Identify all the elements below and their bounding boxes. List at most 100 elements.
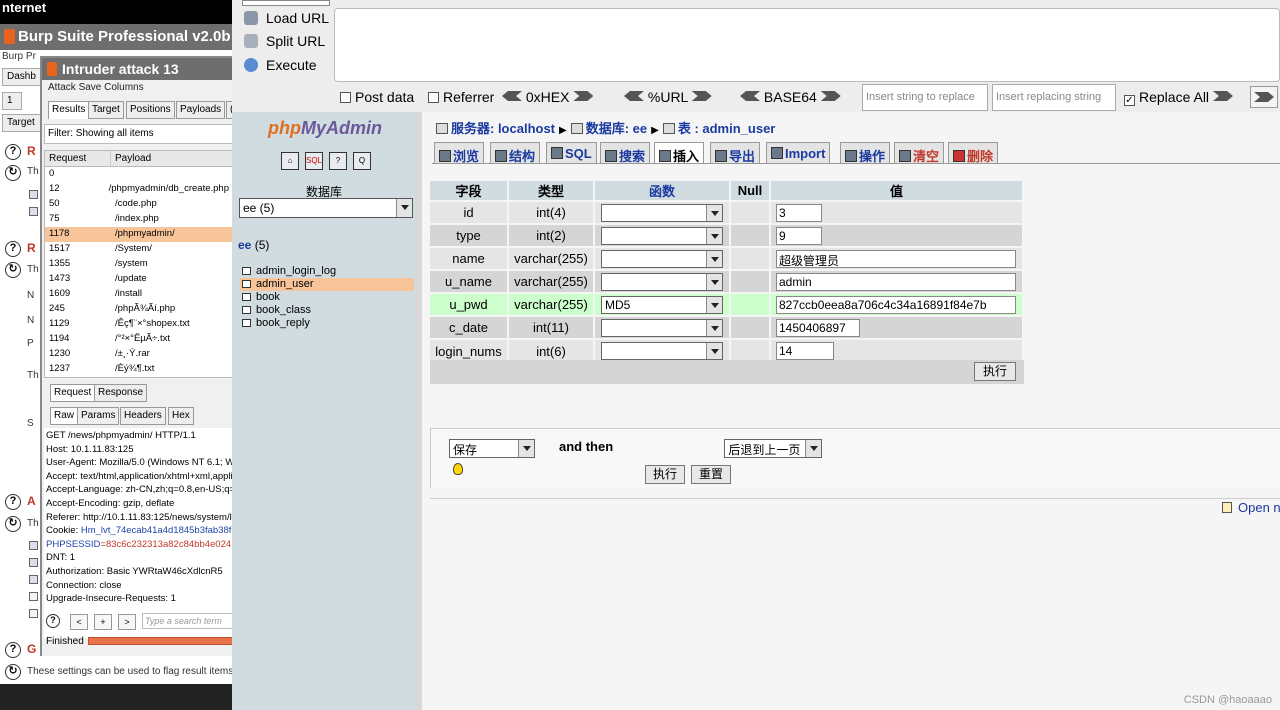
tab-results[interactable]: Results [48, 101, 90, 119]
function-select[interactable] [601, 342, 723, 360]
next-button[interactable]: > [118, 614, 136, 630]
table-row[interactable]: 1355/system [45, 257, 232, 272]
replace-all-checkbox[interactable]: ✓ Replace All [1124, 89, 1233, 106]
value-input[interactable]: 1450406897 [776, 318, 860, 337]
refresh-icon[interactable]: ↻ [5, 664, 21, 680]
burp-menu[interactable]: Burp Pr [0, 50, 44, 66]
breadcrumb-server[interactable]: 服务器: localhost [451, 121, 555, 136]
tab-target[interactable]: Target [2, 114, 42, 132]
table-link[interactable]: book_reply [240, 317, 414, 330]
tab-request[interactable]: Request [50, 384, 96, 402]
table-row[interactable]: 1194 /°²×°ËµÃ÷.txt [45, 332, 232, 347]
table-link[interactable]: admin_user [240, 278, 414, 291]
table-link[interactable]: book [240, 291, 414, 304]
tab-empty[interactable]: 清空 [894, 142, 945, 164]
table-row[interactable]: 75/index.php [45, 212, 232, 227]
tab-insert[interactable]: 插入 [654, 142, 705, 164]
column-request[interactable]: Request [45, 151, 111, 166]
column-payload[interactable]: Payload [111, 151, 232, 166]
function-select[interactable] [601, 249, 723, 268]
reset-button[interactable]: 重置 [691, 465, 731, 484]
table-row[interactable]: 0 [45, 167, 232, 182]
table-row[interactable]: 1473/update [45, 272, 232, 287]
tab-drop[interactable]: 删除 [948, 142, 999, 164]
function-select[interactable] [601, 226, 723, 245]
value-input[interactable]: 超级管理员 [776, 249, 1016, 268]
raw-request-viewer[interactable]: GET /news/phpmyadmin/ HTTP/1.1 Host: 10.1… [44, 428, 232, 638]
tab-payloads[interactable]: Payloads [176, 101, 226, 119]
table-row[interactable]: 50/code.php [45, 197, 232, 212]
execute-button[interactable]: 执行 [974, 362, 1016, 381]
page-number[interactable]: 1 [2, 92, 22, 110]
replace-button[interactable] [1250, 86, 1278, 108]
table-row[interactable]: 1129/Êç¶¨×°shopex.txt [45, 317, 232, 332]
query-icon[interactable]: Q [353, 152, 371, 170]
tab-import[interactable]: Import [766, 142, 831, 164]
tab-params[interactable]: Params [77, 407, 120, 425]
hackbar-dropdown[interactable] [242, 0, 330, 6]
hex-encoder[interactable]: 0xHEX [502, 89, 594, 105]
tab-headers[interactable]: Headers [120, 407, 166, 425]
tab-target[interactable]: Target [88, 101, 124, 119]
checkbox[interactable] [29, 190, 38, 199]
checkbox[interactable] [29, 207, 38, 216]
function-select[interactable] [601, 203, 723, 222]
help-icon[interactable]: ? [5, 494, 21, 510]
add-button[interactable]: + [94, 614, 112, 630]
checkbox[interactable] [29, 541, 38, 550]
database-title[interactable]: ee (5) [238, 238, 269, 252]
tab-browse[interactable]: 浏览 [434, 142, 485, 164]
column-function[interactable]: 函数 [594, 181, 731, 201]
help-icon[interactable]: ? [46, 614, 60, 628]
url-textarea[interactable] [334, 8, 1280, 82]
refresh-icon[interactable]: ↻ [5, 165, 21, 181]
search-input[interactable]: Type a search term [142, 613, 232, 629]
value-input[interactable]: 14 [776, 342, 834, 360]
tab-response[interactable]: Response [94, 384, 148, 402]
tab-dashboard[interactable]: Dashb [2, 68, 42, 86]
table-link[interactable]: book_class [240, 304, 414, 317]
tab-export[interactable]: 导出 [710, 142, 761, 164]
tab-sql[interactable]: SQL [546, 142, 597, 164]
value-input[interactable]: 827ccb0eea8a706c4c34a16891f84e7b [776, 295, 1016, 314]
tab-raw[interactable]: Raw [50, 407, 79, 425]
tab-structure[interactable]: 结构 [490, 142, 541, 164]
table-row[interactable]: 12/phpmyadmin/db_create.php [45, 182, 232, 197]
checkbox[interactable] [29, 609, 38, 618]
post-data-checkbox[interactable]: Post data [340, 89, 414, 105]
tab-operations[interactable]: 操作 [840, 142, 891, 164]
refresh-icon[interactable]: ↻ [5, 262, 21, 278]
breadcrumb-database[interactable]: 数据库: ee [586, 121, 647, 136]
tab-hex[interactable]: Hex [168, 407, 194, 425]
value-input[interactable]: admin [776, 272, 1016, 291]
prev-button[interactable]: < [70, 614, 88, 630]
table-row[interactable]: 1230 /±¸·Ý.rar [45, 347, 232, 362]
table-row[interactable]: 1178/phpmyadmin/ [45, 227, 232, 242]
table-link[interactable]: admin_login_log [240, 265, 414, 278]
execute-button-2[interactable]: 执行 [645, 465, 685, 484]
refresh-icon[interactable]: ↻ [5, 516, 21, 532]
tab-search[interactable]: 搜索 [600, 142, 651, 164]
table-header[interactable]: Request Payload [45, 151, 232, 167]
insert-string-input[interactable]: Insert string to replace [862, 84, 988, 111]
help-icon[interactable]: ? [5, 642, 21, 658]
docs-icon[interactable]: ? [329, 152, 347, 170]
results-table[interactable]: Request Payload 0 12/phpmyadmin/db_create… [44, 150, 232, 378]
sql-icon[interactable]: SQL [305, 152, 323, 170]
value-input[interactable]: 3 [776, 203, 822, 222]
referrer-checkbox[interactable]: Referrer [428, 89, 494, 105]
table-row[interactable]: 1609/install [45, 287, 232, 302]
phpmyadmin-logo[interactable]: phpMyAdmin [268, 118, 382, 139]
help-icon[interactable]: ? [5, 144, 21, 160]
insert-replacing-input[interactable]: Insert replacing string [992, 84, 1116, 111]
intruder-menu[interactable]: Attack Save Columns [48, 82, 144, 93]
insert-mode-select[interactable]: 保存 [449, 439, 535, 458]
home-icon[interactable]: ⌂ [281, 152, 299, 170]
load-url-button[interactable]: Load URL [244, 10, 329, 30]
split-url-button[interactable]: Split URL [244, 33, 325, 53]
value-input[interactable]: 9 [776, 226, 822, 245]
function-select[interactable] [601, 318, 723, 337]
after-action-select[interactable]: 后退到上一页 [724, 439, 823, 458]
execute-button[interactable]: Execute [244, 57, 317, 77]
table-row[interactable]: 1237/Èý¾¶.txt [45, 362, 232, 377]
